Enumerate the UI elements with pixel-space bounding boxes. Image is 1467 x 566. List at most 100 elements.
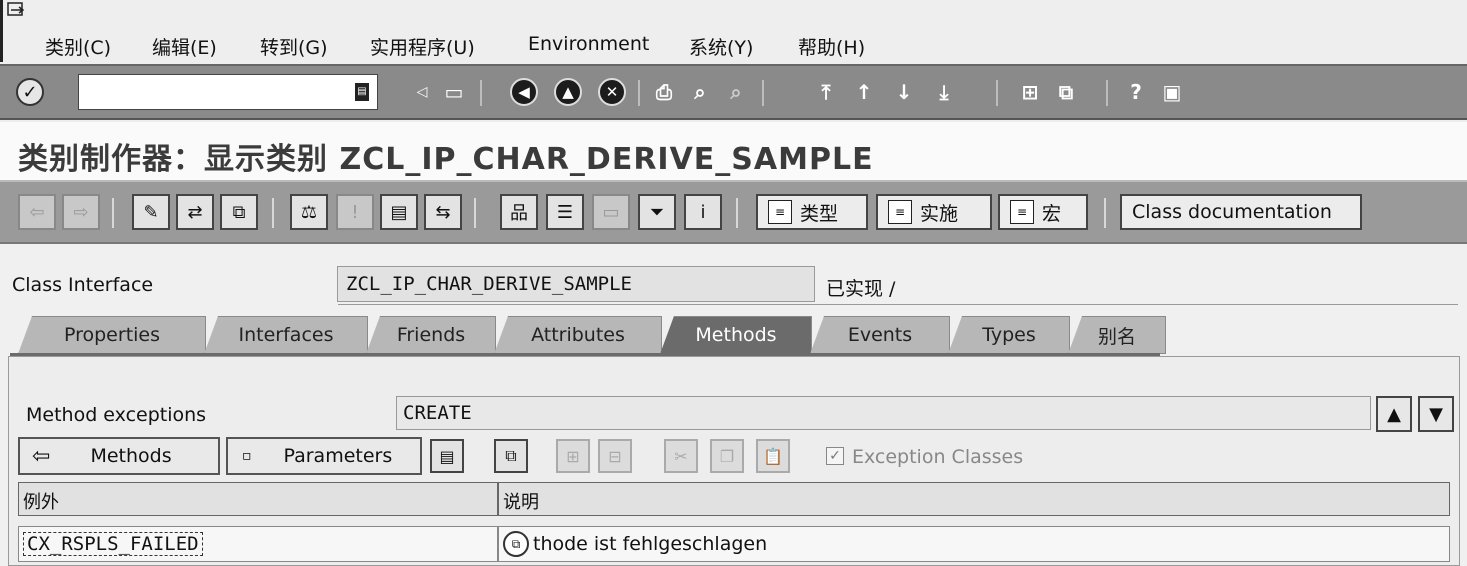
scroll-up-icon[interactable]: ▲ (1376, 396, 1412, 432)
shortcut-icon[interactable]: ⧉ (1052, 78, 1080, 106)
active-inactive-icon[interactable]: ⇄ (176, 194, 214, 230)
find-next-icon[interactable]: ⌕ (722, 78, 750, 106)
object-list-icon[interactable]: ☰ (546, 194, 584, 230)
exception-cell[interactable]: CX_RSPLS_FAILED (23, 532, 203, 556)
toolbar-separator (480, 80, 482, 106)
menu-item-class[interactable]: 类别(C) (45, 33, 111, 60)
exception-classes-checkbox[interactable]: ✓ (826, 447, 844, 465)
back-arrow-disabled-icon: ◁ (416, 84, 428, 100)
tab-methods[interactable]: Methods (660, 316, 812, 354)
page-title: 类别制作器：显示类别 ZCL_IP_CHAR_DERIVE_SAMPLE (18, 142, 874, 177)
window-menu-icon[interactable] (7, 2, 27, 18)
class-interface-field[interactable]: ZCL_IP_CHAR_DERIVE_SAMPLE (337, 266, 815, 302)
menu-item-utilities[interactable]: 实用程序(U) (370, 33, 475, 60)
macro-button-label: 宏 (1042, 202, 1062, 225)
class-interface-label: Class Interface (12, 274, 154, 296)
detail-view-icon[interactable]: ▤ (430, 439, 464, 473)
toolbar-separator (736, 198, 738, 228)
method-exceptions-field[interactable]: CREATE (396, 396, 1371, 430)
info-icon[interactable]: i (684, 194, 722, 230)
previous-page-icon[interactable]: ↑ (850, 78, 878, 106)
tab-attributes[interactable]: Attributes (494, 316, 662, 354)
tab-types[interactable]: Types (948, 316, 1070, 354)
new-session-icon[interactable]: ⊞ (1016, 78, 1044, 106)
enter-check-icon[interactable]: ✓ (16, 78, 44, 106)
type-button[interactable]: ≡ 类型 (756, 194, 868, 230)
parameters-button-label: Parameters (283, 445, 393, 467)
print-icon[interactable]: ⎙ (650, 78, 678, 106)
save-icon[interactable]: ▭ (440, 78, 468, 106)
menu-item-edit[interactable]: 编辑(E) (152, 33, 217, 60)
next-page-icon[interactable]: ↓ (890, 78, 918, 106)
method-exceptions-label: Method exceptions (26, 404, 207, 426)
delete-row-icon[interactable]: ⊟ (598, 439, 632, 473)
last-page-icon[interactable]: ⤓ (930, 78, 958, 106)
table-row: ⧉ thode ist fehlgeschlagen (498, 526, 1450, 562)
cut-icon[interactable]: ✂ (664, 439, 698, 473)
menu-item-goto[interactable]: 转到(G) (260, 33, 328, 60)
help-icon[interactable]: ? (1122, 78, 1150, 106)
exit-icon[interactable]: ▲ (554, 78, 582, 106)
check-icon[interactable]: ⚖ (290, 194, 328, 230)
long-text-icon[interactable]: ⧉ (503, 531, 529, 557)
menu-item-system[interactable]: 系统(Y) (689, 33, 753, 60)
class-documentation-button[interactable]: Class documentation (1120, 194, 1362, 230)
column-header-description[interactable]: 说明 (498, 482, 1450, 516)
menu-bar: 类别(C) 编辑(E) 转到(G) 实用程序(U) Environment 系统… (0, 0, 1467, 62)
parameters-icon: ▫ (242, 448, 252, 464)
previous-object-icon[interactable]: ⇦ (18, 194, 56, 230)
title-area: 类别制作器：显示类别 ZCL_IP_CHAR_DERIVE_SAMPLE (0, 122, 1467, 182)
next-object-icon[interactable]: ⇨ (62, 194, 100, 230)
toolbar-separator (112, 198, 114, 228)
application-toolbar: ⇦ ⇨ ✎ ⇄ ⧉ ⚖ ! ▤ ⇆ 品 ☰ ▭ ⏷ i ≡ 类型 ≡ 实施 ≡ … (0, 182, 1467, 244)
activate-icon[interactable]: ! (336, 194, 374, 230)
filter-icon[interactable]: ⏷ (638, 194, 676, 230)
display-object-list-icon[interactable]: ▭ (592, 194, 630, 230)
cancel-icon[interactable]: ✕ (598, 78, 626, 106)
methods-button-label: Methods (90, 445, 172, 467)
methods-button[interactable]: ⇦ Methods (18, 437, 220, 475)
macro-button[interactable]: ≡ 宏 (998, 194, 1088, 230)
back-arrow-icon: ⇦ (32, 443, 51, 469)
toolbar-separator (1104, 198, 1106, 228)
tab-interfaces[interactable]: Interfaces (204, 316, 368, 354)
display-change-icon[interactable]: ✎ (132, 194, 170, 230)
source-code-icon[interactable]: ⧉ (494, 439, 528, 473)
divider (338, 304, 1458, 305)
insert-row-icon[interactable]: ⊞ (556, 439, 590, 473)
first-page-icon[interactable]: ⤒ (812, 78, 840, 106)
menu-item-help[interactable]: 帮助(H) (798, 33, 865, 60)
toolbar-separator (996, 80, 998, 106)
find-icon[interactable]: ⌕ (686, 78, 714, 106)
parameters-button[interactable]: ▫ Parameters (226, 437, 422, 475)
document-icon: ≡ (888, 200, 912, 224)
test-icon[interactable]: ▤ (380, 194, 418, 230)
main-content: Class Interface ZCL_IP_CHAR_DERIVE_SAMPL… (0, 244, 1467, 566)
column-header-exception[interactable]: 例外 (18, 482, 498, 516)
tab-events[interactable]: Events (810, 316, 950, 354)
paste-icon[interactable]: 📋 (756, 439, 790, 473)
standard-toolbar: ✓ ▤ ◁ ▭ ◀ ▲ ✕ ⎙ ⌕ ⌕ ⤒ ↑ ↓ ⤓ ⊞ ⧉ ? ▣ (0, 64, 1467, 120)
implementation-button[interactable]: ≡ 实施 (876, 194, 992, 230)
other-object-icon[interactable]: ⧉ (220, 194, 258, 230)
back-icon[interactable]: ◀ (510, 78, 538, 106)
toolbar-separator (1106, 80, 1108, 106)
command-history-icon[interactable]: ▤ (355, 83, 369, 101)
exception-classes-label: Exception Classes (852, 446, 1024, 468)
layout-menu-icon[interactable]: ▣ (1158, 78, 1186, 106)
toolbar-separator (638, 80, 640, 106)
tab-properties[interactable]: Properties (18, 316, 206, 354)
tab-aliases[interactable]: 别名 (1068, 316, 1166, 354)
command-field[interactable]: ▤ (78, 74, 378, 110)
menu-item-environment[interactable]: Environment (528, 33, 649, 55)
document-icon: ≡ (1010, 200, 1034, 224)
type-button-label: 类型 (800, 202, 839, 225)
scroll-down-icon[interactable]: ▼ (1418, 396, 1454, 432)
description-cell[interactable]: thode ist fehlgeschlagen (533, 533, 767, 555)
copy-icon[interactable]: ❐ (710, 439, 744, 473)
where-used-icon[interactable]: ⇆ (424, 194, 462, 230)
hierarchy-icon[interactable]: 品 (500, 194, 538, 230)
document-icon: ≡ (768, 200, 792, 224)
implementation-button-label: 实施 (920, 202, 959, 225)
tab-friends[interactable]: Friends (366, 316, 496, 354)
